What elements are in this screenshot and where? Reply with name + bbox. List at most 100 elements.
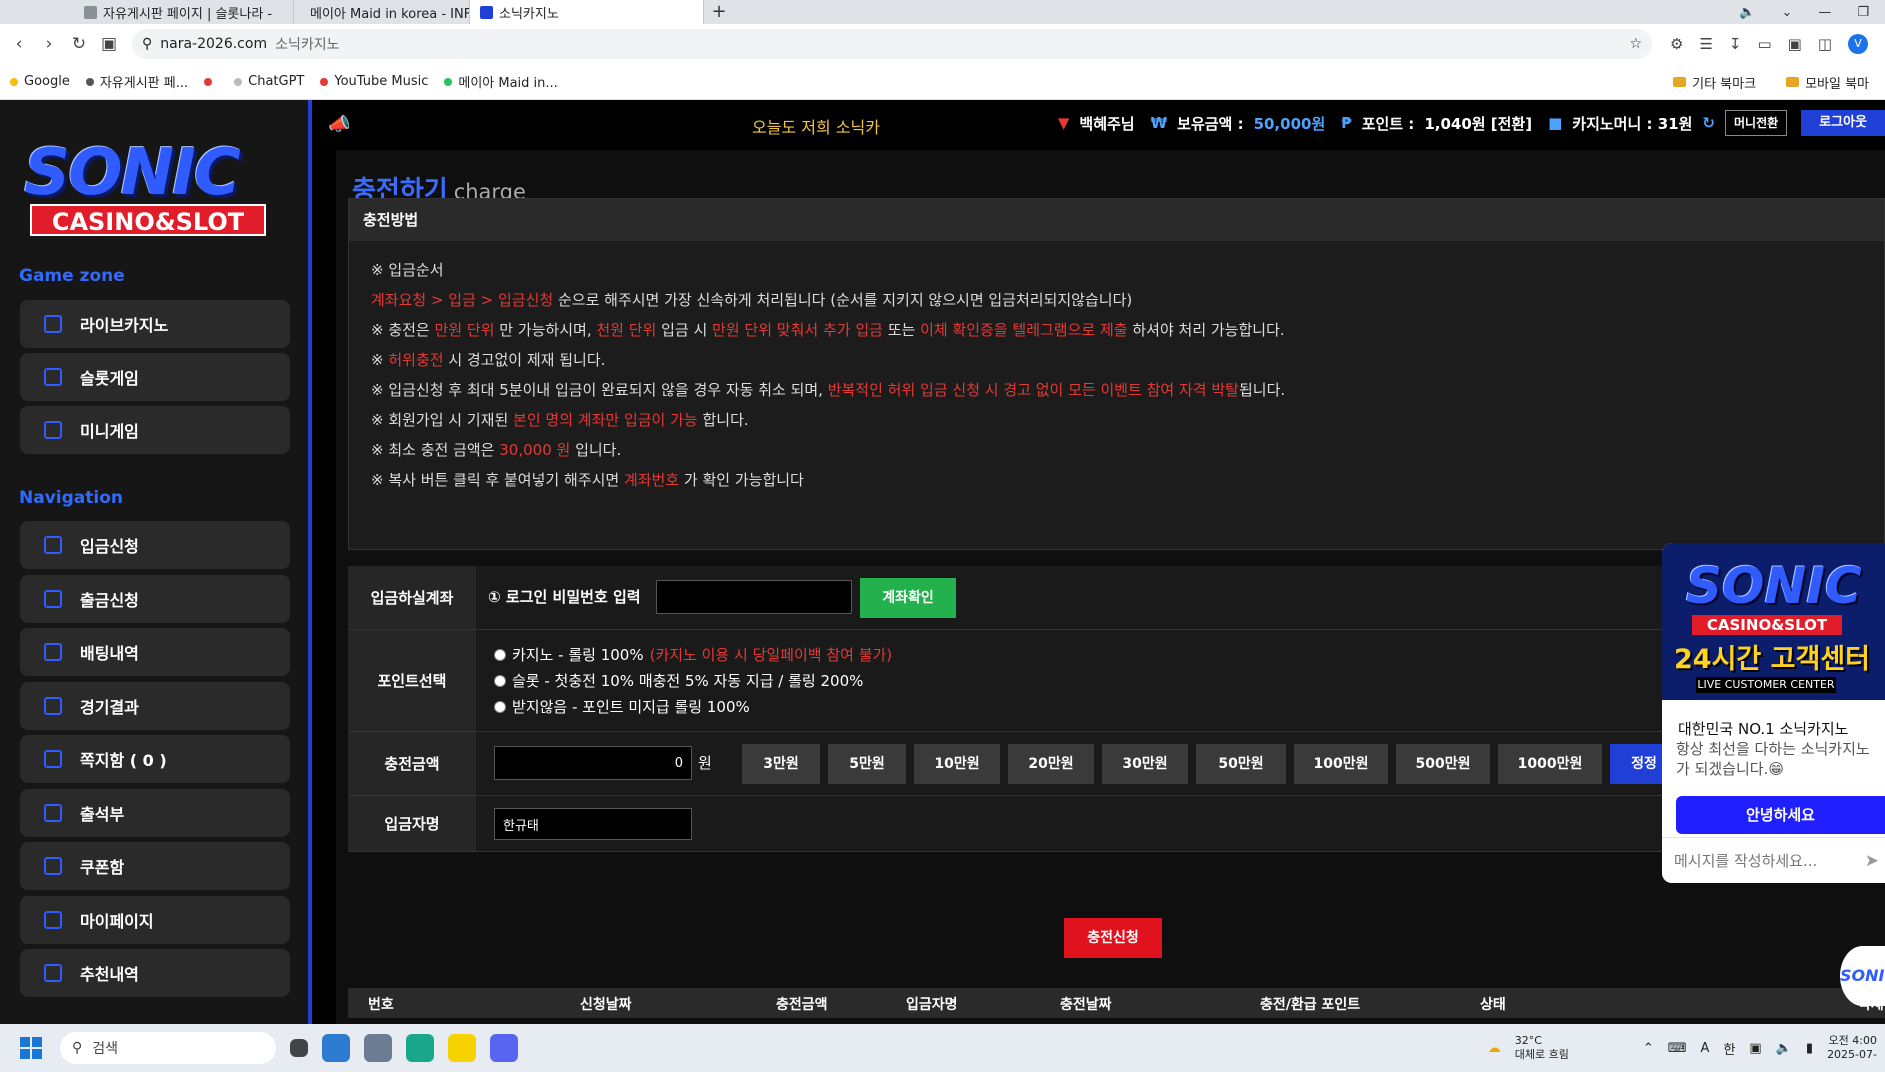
megaphone-icon: 📣 xyxy=(328,113,351,135)
sidebar-item-messages[interactable]: 쪽지함 ( 0 ) xyxy=(20,735,290,783)
volume-icon[interactable]: 🔈 xyxy=(1739,5,1755,20)
reload-icon[interactable]: ↻ xyxy=(64,34,94,54)
ime-letter[interactable]: A xyxy=(1701,1041,1710,1056)
bookmark-youtube-music[interactable]: YouTube Music xyxy=(320,74,428,89)
method-text: 합니다. xyxy=(697,411,749,429)
chevron-down-icon[interactable]: ⌄ xyxy=(1781,5,1792,20)
amount-button-20[interactable]: 20만원 xyxy=(1008,744,1094,784)
sidebar-item-attendance[interactable]: 출석부 xyxy=(20,789,290,837)
page-info-icon[interactable]: ▣ xyxy=(94,34,124,54)
reading-list-icon[interactable]: ☰ xyxy=(1699,35,1712,53)
charge-submit-button[interactable]: 충전신청 xyxy=(1064,918,1162,958)
tab-maid-in-korea[interactable]: 메이아 Maid in korea - INFP 소 xyxy=(294,0,470,24)
weather-widget[interactable]: 32°C 대체로 흐림 xyxy=(1515,1034,1569,1062)
chat-greeting-button[interactable]: 안녕하세요 xyxy=(1676,796,1885,834)
sidebar-item-withdraw[interactable]: 출금신청 xyxy=(20,575,290,623)
bookmark-folder-other[interactable]: 기타 북마크 xyxy=(1673,73,1756,92)
sidebar-item-referrals[interactable]: 추천내역 xyxy=(20,949,290,997)
money-switch-button[interactable]: 머니전환 xyxy=(1724,110,1788,136)
chat-launcher-bubble[interactable]: SONI xyxy=(1840,946,1885,1006)
new-tab-button[interactable]: + xyxy=(704,0,734,24)
amount-button-500[interactable]: 500만원 xyxy=(1396,744,1490,784)
sidebar-item-mini-game[interactable]: 미니게임 xyxy=(20,406,290,454)
sidebar-item-label: 쿠폰함 xyxy=(80,858,125,877)
folder-icon xyxy=(1786,77,1800,87)
photos-app-icon[interactable] xyxy=(322,1034,350,1062)
bookmark-chatgpt[interactable]: ChatGPT xyxy=(234,74,304,89)
password-input[interactable] xyxy=(656,580,852,614)
logout-button[interactable]: 로그아웃 xyxy=(1801,110,1885,136)
maximize-icon[interactable]: ❐ xyxy=(1857,5,1869,20)
sidebar-item-live-casino[interactable]: 라이브카지노 xyxy=(20,300,290,348)
amount-button-3[interactable]: 3만원 xyxy=(742,744,820,784)
ime-hangul[interactable]: 한 xyxy=(1723,1039,1735,1058)
depositor-input[interactable]: 한규태 xyxy=(494,808,692,840)
chat-message-input[interactable]: 메시지를 작성하세요... ➤ xyxy=(1662,837,1885,883)
amount-button-100[interactable]: 100만원 xyxy=(1294,744,1388,784)
download-icon[interactable]: ↧ xyxy=(1729,35,1742,53)
method-text: 또는 xyxy=(882,321,921,339)
screenshot-icon[interactable]: ▣ xyxy=(1788,35,1802,53)
weather-icon[interactable]: ☁ xyxy=(1488,1041,1501,1056)
site-logo[interactable]: SONIC CASINO&SLOT xyxy=(18,136,290,236)
radio-circle[interactable] xyxy=(494,648,506,661)
edge-browser-icon[interactable] xyxy=(406,1034,434,1062)
radio-circle[interactable] xyxy=(494,674,506,687)
calculator-app-icon[interactable] xyxy=(364,1034,392,1062)
google-icon xyxy=(10,77,18,86)
amount-button-10[interactable]: 10만원 xyxy=(914,744,1000,784)
refresh-icon[interactable]: ↻ xyxy=(1702,114,1715,132)
sidebar-item-slot-game[interactable]: 슬롯게임 xyxy=(20,353,290,401)
forward-icon[interactable]: › xyxy=(34,34,64,54)
task-view-icon[interactable] xyxy=(290,1039,308,1057)
profile-avatar[interactable]: V xyxy=(1848,34,1869,54)
minimize-icon[interactable]: — xyxy=(1818,5,1831,20)
bookmark-google[interactable]: Google xyxy=(10,74,70,89)
bookmark-maid[interactable]: 메이아 Maid in... xyxy=(444,72,558,91)
amount-button-1000[interactable]: 1000만원 xyxy=(1498,744,1602,784)
radio-slot[interactable]: 슬롯 - 첫충전 10% 매충전 5% 자동 지급 / 롤링 200% xyxy=(494,670,863,691)
site-topbar: 📣 오늘도 저희 소닉카 ▼ 백혜주님 ₩ 보유금액 : 50,000원 ₱ 포… xyxy=(316,100,1885,148)
windows-start-icon[interactable] xyxy=(20,1037,42,1059)
taskbar-search[interactable]: ⚲ 검색 xyxy=(60,1032,276,1064)
account-check-button[interactable]: 계좌확인 xyxy=(860,578,956,618)
clock[interactable]: 오전 4:00 2025-07- xyxy=(1827,1034,1877,1062)
sidebar-item-bet-history[interactable]: 배팅내역 xyxy=(20,628,290,676)
bookmark-red[interactable] xyxy=(204,77,218,86)
method-text: 순으로 해주시면 가장 신속하게 처리됩니다 (순서를 지키지 않으시면 입금처… xyxy=(553,291,1133,309)
send-icon[interactable]: ➤ xyxy=(1865,838,1879,883)
amount-button-5[interactable]: 5만원 xyxy=(828,744,906,784)
bookmark-free-board[interactable]: 자유게시판 페... xyxy=(85,72,188,91)
url-page-title: 소닉카지노 xyxy=(275,37,340,53)
tab-sonic-casino[interactable]: 소닉카지노 xyxy=(470,0,704,24)
bookmark-folder-mobile[interactable]: 모바일 북마 xyxy=(1786,73,1869,92)
clock-date: 2025-07- xyxy=(1827,1048,1877,1061)
bookmark-star-icon[interactable]: ☆ xyxy=(1629,36,1642,52)
radio-circle[interactable] xyxy=(494,700,506,713)
radio-none[interactable]: 받지않음 - 포인트 미지급 롤링 100% xyxy=(494,696,750,717)
sidebar-item-results[interactable]: 경기결과 xyxy=(20,682,290,730)
chevron-up-icon[interactable]: ⌃ xyxy=(1643,1041,1654,1056)
amount-input[interactable]: 0 xyxy=(494,746,692,780)
kakaotalk-icon[interactable] xyxy=(448,1034,476,1062)
sidebar-item-mypage[interactable]: 마이페이지 xyxy=(20,896,290,944)
extensions-icon[interactable]: ⚙ xyxy=(1670,35,1683,53)
amount-button-30[interactable]: 30만원 xyxy=(1102,744,1188,784)
amount-button-50[interactable]: 50만원 xyxy=(1196,744,1286,784)
sidebar-item-coupons[interactable]: 쿠폰함 xyxy=(20,842,290,890)
keyboard-icon[interactable]: ⌨ xyxy=(1668,1041,1687,1056)
radio-casino[interactable]: 카지노 - 롤링 100% (카지노 이용 시 당일페이백 참여 불가) xyxy=(494,644,892,665)
point-value[interactable]: 1,040원 [전환] xyxy=(1424,113,1532,134)
split-view-icon[interactable]: ◫ xyxy=(1818,35,1832,53)
discord-icon[interactable] xyxy=(490,1034,518,1062)
cast-icon[interactable]: ▭ xyxy=(1757,35,1771,53)
tab-free-board[interactable]: 자유게시판 페이지 | 슬롯나라 - xyxy=(74,0,294,24)
sidebar-item-deposit[interactable]: 입금신청 xyxy=(20,521,290,569)
url-field[interactable]: ⚲ nara-2026.com 소닉카지노 ☆ xyxy=(132,29,1652,59)
sidebar-item-label: 라이브카지노 xyxy=(80,316,169,335)
speaker-icon[interactable]: 🔈 xyxy=(1776,1041,1792,1056)
battery-icon[interactable]: ▮ xyxy=(1806,1041,1813,1056)
account-label: 입금하실계좌 xyxy=(348,566,476,629)
back-icon[interactable]: ‹ xyxy=(4,34,34,54)
network-icon[interactable]: ▣ xyxy=(1749,1041,1761,1056)
